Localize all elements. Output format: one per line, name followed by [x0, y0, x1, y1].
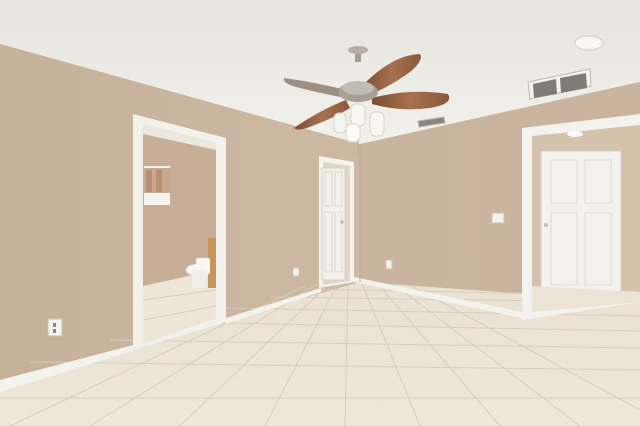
wall-outlet-icon [47, 318, 63, 337]
room-photo [0, 0, 640, 426]
closet-ceiling-light [567, 131, 583, 137]
closet-doorway [522, 114, 640, 320]
center-doorway [319, 156, 354, 288]
light-switch-icon [491, 212, 505, 224]
door-knob-icon [340, 220, 344, 224]
closet-knob-icon [544, 223, 548, 227]
wall-outlet-icon [292, 267, 300, 277]
smoke-detector-icon [574, 35, 604, 51]
wall-outlet-icon [385, 259, 393, 270]
closet-door [540, 150, 622, 297]
bathroom-doorway [133, 114, 226, 350]
